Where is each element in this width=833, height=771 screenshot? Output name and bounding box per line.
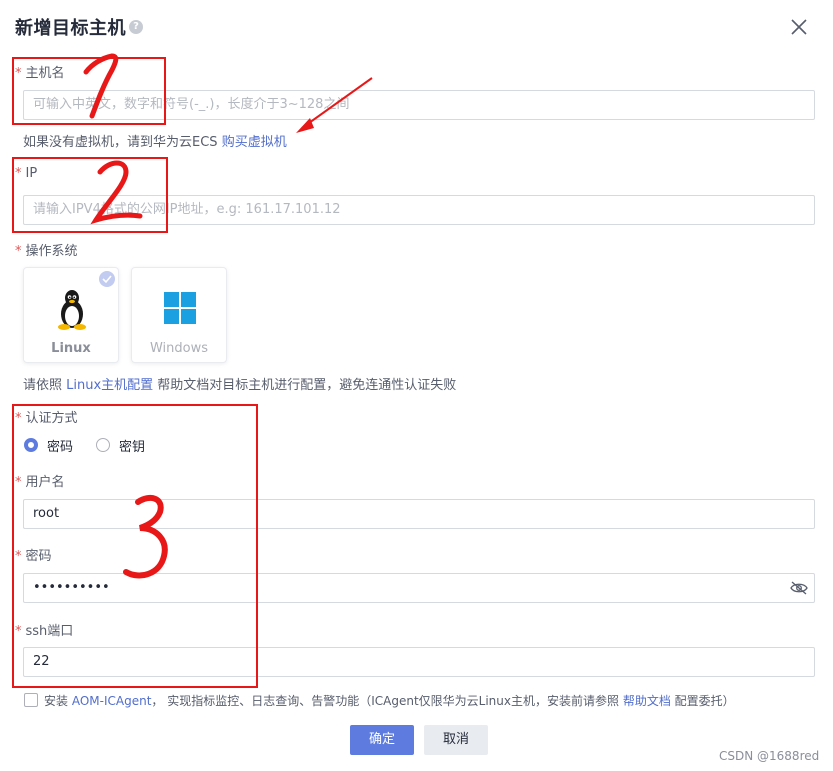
os-option-linux[interactable]: Linux	[23, 267, 119, 363]
ssh-port-input[interactable]: 22	[23, 647, 815, 677]
buy-vm-link[interactable]: 购买虚拟机	[222, 135, 287, 150]
cancel-button[interactable]: 取消	[424, 725, 488, 755]
install-agent-checkbox[interactable]	[24, 693, 38, 707]
ssh-port-label: * ssh端口	[15, 624, 74, 639]
os-hint: 请依照 Linux主机配置 帮助文档对目标主机进行配置，避免连通性认证失败	[23, 378, 457, 393]
auth-label: * 认证方式	[15, 411, 78, 426]
aom-icagent-link[interactable]: AOM-ICAgent	[72, 694, 152, 708]
hostname-hint: 如果没有虚拟机，请到华为云ECS 购买虚拟机	[23, 135, 287, 150]
question-circle-icon[interactable]: ?	[129, 20, 143, 34]
eye-off-icon[interactable]	[790, 581, 808, 595]
windows-logo-icon	[164, 292, 196, 324]
linux-config-link[interactable]: Linux主机配置	[66, 378, 153, 393]
auth-radio-password[interactable]	[24, 438, 38, 452]
password-input[interactable]: ••••••••••	[23, 573, 815, 603]
os-name-windows: Windows	[149, 341, 209, 356]
install-agent-text: 安装 AOM-ICAgent， 实现指标监控、日志查询、告警功能（ICAgent…	[44, 694, 735, 708]
help-doc-link[interactable]: 帮助文档	[623, 694, 671, 708]
auth-radio-password-label[interactable]: 密码	[47, 436, 73, 455]
password-label: * 密码	[15, 549, 52, 564]
os-label: * 操作系统	[15, 244, 78, 259]
confirm-button[interactable]: 确定	[350, 725, 414, 755]
ip-input[interactable]: 请输入IPV4格式的公网IP地址，e.g: 161.17.101.12	[23, 195, 815, 225]
close-icon[interactable]	[789, 17, 809, 37]
hostname-label: * 主机名	[15, 66, 65, 81]
os-name-linux: Linux	[51, 341, 91, 356]
dialog-title: 新增目标主机	[15, 18, 126, 39]
hostname-input[interactable]: 可输入中英文，数字和符号(-_.)，长度介于3~128之间	[23, 90, 815, 120]
auth-radio-key-label[interactable]: 密钥	[119, 436, 145, 455]
csdn-watermark: CSDN @1688red	[719, 749, 820, 763]
os-option-windows[interactable]: Windows	[131, 267, 227, 363]
linux-penguin-icon	[58, 290, 86, 330]
auth-radio-key[interactable]	[96, 438, 110, 452]
check-icon	[99, 271, 115, 287]
ip-label: * IP	[15, 166, 38, 181]
username-label: * 用户名	[15, 475, 65, 490]
username-input[interactable]: root	[23, 499, 815, 529]
